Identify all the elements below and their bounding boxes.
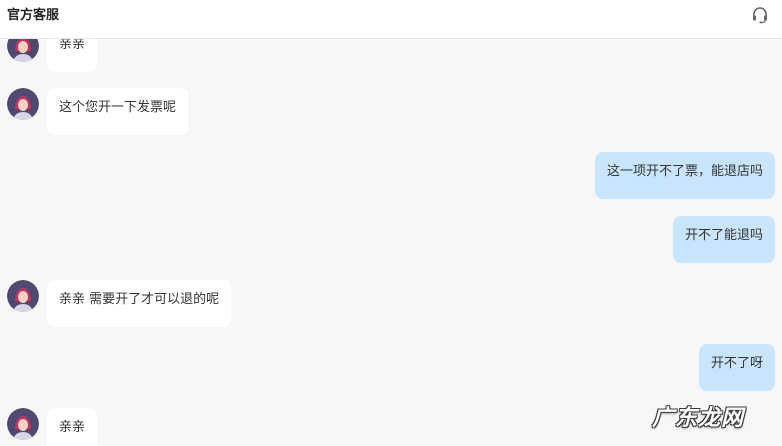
message-text: 开不了呀: [710, 356, 763, 371]
headset-icon[interactable]: [751, 6, 769, 24]
message-bubble: 这个您开一下发票呢: [47, 88, 189, 135]
message-text: 这一项开不了票，能退店吗: [606, 164, 763, 179]
page-title: 官方客服: [7, 8, 60, 23]
message-bubble: 亲亲: [47, 408, 98, 446]
message-bubble: 开不了能退吗: [672, 216, 775, 263]
message-bubble: 亲亲 需要开了才可以退的呢: [47, 280, 232, 327]
agent-avatar: [7, 88, 39, 120]
agent-avatar: [7, 408, 39, 440]
chat-header: 官方客服: [0, 0, 782, 39]
chat-messages[interactable]: 亲亲 这个您开一下发票呢 这一项开不了票，能退店吗 开不了能退吗 亲亲 需要开了…: [0, 39, 782, 446]
message-text: 亲亲 需要开了才可以退的呢: [59, 292, 220, 307]
message-text: 亲亲: [59, 39, 86, 52]
message-bubble: 亲亲: [47, 39, 98, 72]
message-text: 开不了能退吗: [684, 228, 763, 243]
agent-avatar: [7, 280, 39, 312]
message-bubble: 开不了呀: [698, 344, 775, 391]
message-text: 亲亲: [59, 420, 86, 435]
message-text: 这个您开一下发票呢: [59, 100, 177, 115]
message-bubble: 这一项开不了票，能退店吗: [594, 152, 775, 199]
watermark: 广东龙网: [651, 406, 744, 431]
agent-avatar: [7, 39, 39, 62]
